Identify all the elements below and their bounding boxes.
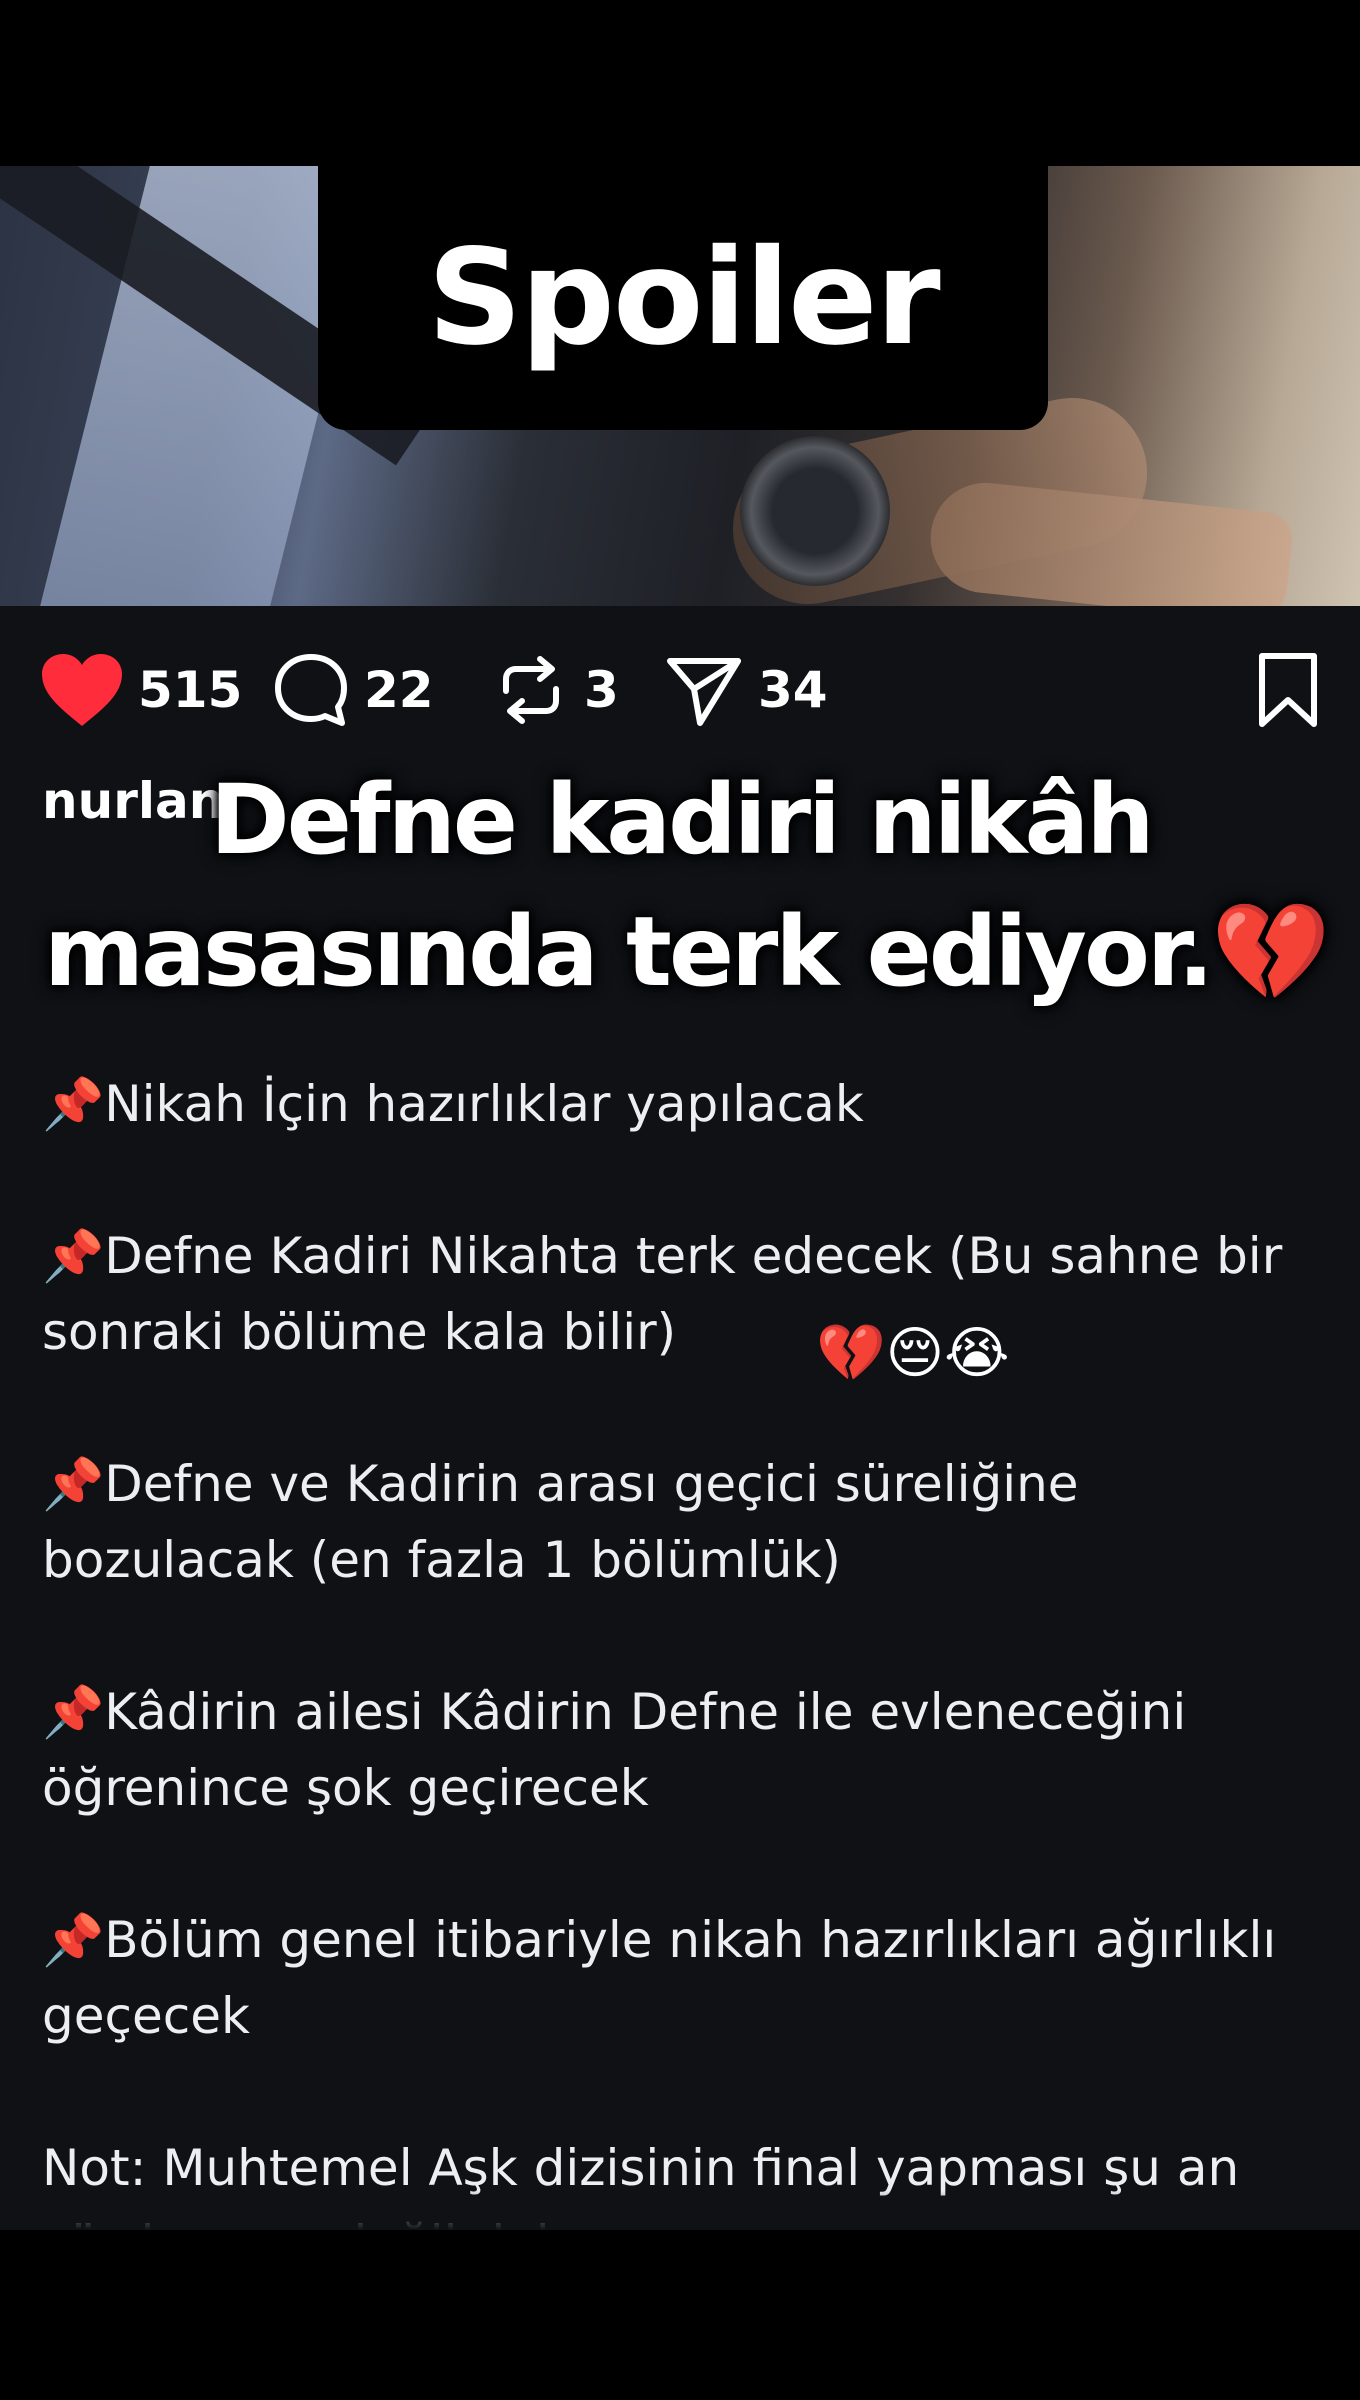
action-bar: 515 22 3 34 — [40, 650, 1320, 730]
repost-action[interactable]: 3 — [492, 650, 619, 730]
share-count: 34 — [758, 661, 828, 719]
photo-watch — [740, 436, 890, 586]
emoji-reaction: 💔😔😭 — [816, 1321, 1010, 1386]
post-paragraph: 📌Defne ve Kadirin arası geçici süreliğin… — [42, 1455, 1079, 1589]
like-action[interactable]: 515 — [40, 650, 242, 730]
like-count: 515 — [138, 661, 243, 719]
share-action[interactable]: 34 — [664, 650, 828, 730]
post-container: 515 22 3 34 nurlan Defne kadiri nikâh ma… — [0, 606, 1360, 2230]
post-paragraph: 📌Bölüm genel itibariyle nikah hazırlıkla… — [42, 1911, 1277, 2045]
post-paragraph: 📌Defne Kadiri Nikahta terk edecek (Bu sa… — [42, 1227, 1283, 1361]
overlay-caption: Defne kadiri nikâh masasında terk ediyor… — [0, 754, 1360, 1018]
heart-icon — [42, 654, 122, 726]
spoiler-title: Spoiler — [427, 221, 940, 375]
repost-count: 3 — [584, 661, 619, 719]
repost-icon — [503, 656, 559, 724]
post-paragraph: 📌Kâdirin ailesi Kâdirin Defne ile evlene… — [42, 1683, 1187, 1817]
post-paragraph: 📌Nikah İçin hazırlıklar yapılacak — [42, 1075, 864, 1133]
comment-action[interactable]: 22 — [272, 650, 434, 730]
bookmark-action[interactable] — [1256, 650, 1320, 730]
photo-hand — [925, 477, 1295, 606]
top-black-bar — [0, 0, 1360, 166]
text-fade — [0, 2190, 1360, 2230]
comment-bubble-icon — [275, 654, 347, 726]
overlay-caption-line-1: Defne kadiri nikâh — [210, 764, 1155, 876]
overlay-caption-line-2: masasında terk ediyor.💔 — [44, 896, 1331, 1008]
bookmark-icon — [1259, 653, 1317, 727]
send-icon — [667, 658, 741, 726]
post-body: 📌Nikah İçin hazırlıklar yapılacak 📌Defne… — [42, 1066, 1332, 2230]
bottom-black-bar — [0, 2230, 1360, 2400]
spoiler-title-box: Spoiler — [318, 166, 1048, 430]
comment-count: 22 — [364, 661, 434, 719]
